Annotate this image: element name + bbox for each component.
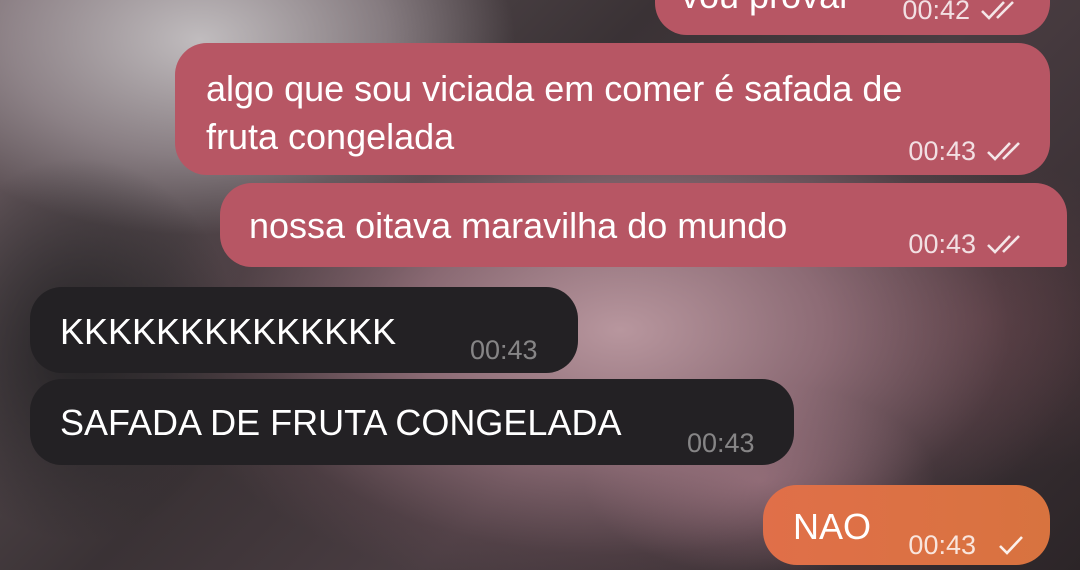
message-time: 00:43 bbox=[908, 136, 976, 166]
message-text: SAFADA DE FRUTA CONGELADA bbox=[60, 402, 622, 443]
message-time: 00:43 bbox=[687, 428, 755, 458]
message-time: 00:43 bbox=[908, 530, 976, 560]
message-time: 00:43 bbox=[470, 335, 538, 365]
incoming-message-bubble[interactable]: KKKKKKKKKKKKKK 00:43 bbox=[30, 287, 578, 373]
double-check-icon bbox=[986, 232, 1030, 256]
message-text-line: algo que sou viciada em comer é safada d… bbox=[206, 68, 903, 109]
message-meta: 00:42 bbox=[902, 0, 1024, 32]
message-text: vou provar bbox=[681, 0, 851, 18]
message-time: 00:42 bbox=[902, 0, 970, 25]
message-meta: 00:43 bbox=[908, 222, 1030, 266]
single-check-icon bbox=[986, 533, 1030, 557]
double-check-icon bbox=[980, 0, 1024, 22]
outgoing-message-bubble[interactable]: vou provar 00:42 bbox=[655, 0, 1050, 35]
message-text: KKKKKKKKKKKKKK bbox=[60, 311, 397, 352]
outgoing-message-bubble[interactable]: NAO 00:43 bbox=[763, 485, 1050, 565]
message-time: 00:43 bbox=[908, 229, 976, 259]
message-text: algo que sou viciada em comer é safada d… bbox=[206, 65, 902, 161]
outgoing-message-bubble[interactable]: nossa oitava maravilha do mundo 00:43 bbox=[220, 183, 1067, 267]
outgoing-message-bubble[interactable]: algo que sou viciada em comer é safada d… bbox=[175, 43, 1050, 175]
double-check-icon bbox=[986, 139, 1030, 163]
message-text: nossa oitava maravilha do mundo bbox=[249, 205, 788, 246]
incoming-message-bubble[interactable]: SAFADA DE FRUTA CONGELADA 00:43 bbox=[30, 379, 794, 465]
message-meta: 00:43 bbox=[908, 523, 1030, 567]
message-text-line: fruta congelada bbox=[206, 116, 455, 157]
message-text: NAO bbox=[793, 506, 872, 547]
message-meta: 00:43 bbox=[908, 129, 1030, 173]
